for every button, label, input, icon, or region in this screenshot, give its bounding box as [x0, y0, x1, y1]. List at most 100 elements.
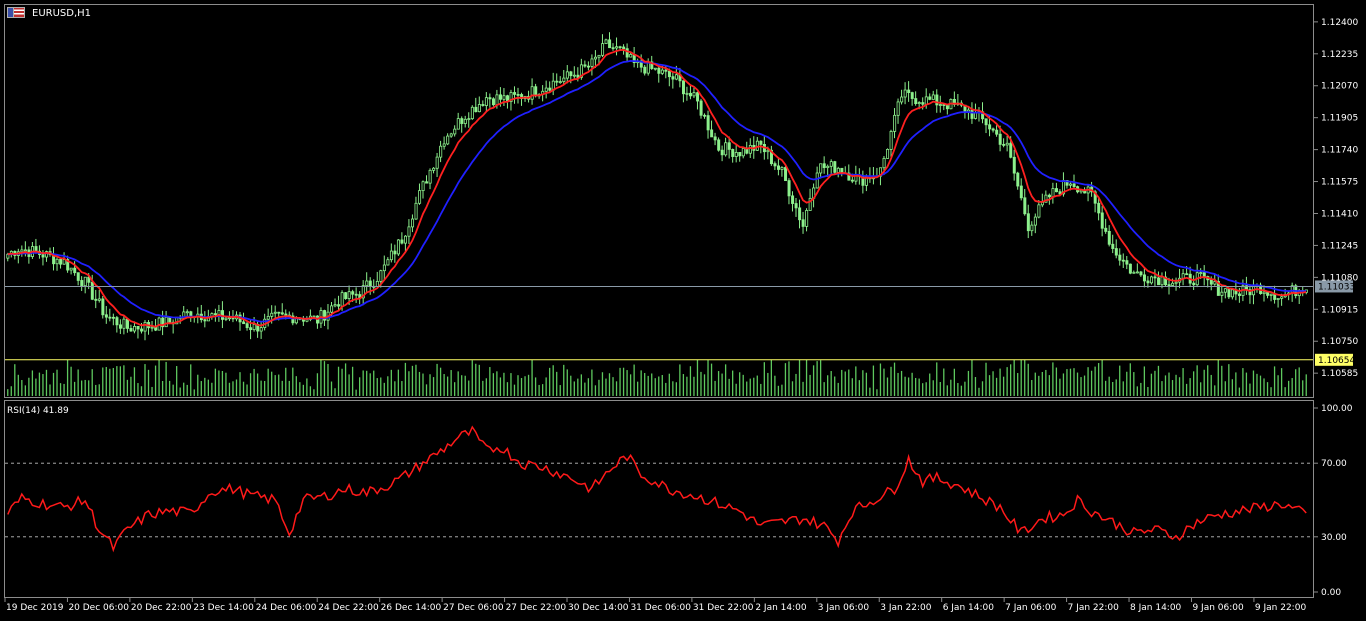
time-tick-label: 31 Dec 06:00 — [630, 603, 691, 613]
candle-body — [1128, 263, 1132, 274]
candle-body — [108, 316, 112, 319]
candle-body — [411, 218, 415, 228]
candle-body — [685, 92, 689, 95]
candle-body — [988, 124, 992, 130]
candle-body — [386, 259, 390, 266]
candle-body — [1230, 289, 1234, 298]
candle-body — [569, 71, 573, 77]
rsi-plot — [5, 425, 1313, 553]
price-axis: 1.12400 1.12235 1.12070 1.11905 1.11740 1.115… — [5, 18, 1358, 379]
candle-body — [23, 249, 27, 252]
candle-body — [924, 96, 928, 105]
candle-body — [340, 292, 344, 307]
price-tick-label: 1.10750 — [1321, 337, 1358, 347]
candle-body — [1114, 248, 1118, 256]
candle-body — [168, 316, 172, 323]
candle-body — [245, 323, 249, 329]
candle-body — [900, 96, 904, 103]
candle-body — [330, 305, 334, 313]
candle-body — [1153, 276, 1157, 279]
candle-body — [396, 239, 400, 255]
candle-body — [252, 323, 256, 331]
candle-body — [703, 114, 707, 117]
candle-body — [1072, 183, 1076, 188]
candle-body — [1223, 288, 1227, 293]
candle-body — [836, 167, 840, 173]
candle-body — [495, 94, 499, 106]
candle-body — [365, 280, 369, 287]
candle-body — [284, 313, 288, 316]
candle-body — [1220, 291, 1224, 296]
candle-body — [368, 280, 372, 287]
candle-body — [822, 163, 826, 169]
candle-body — [583, 64, 587, 67]
candle-body — [1199, 272, 1203, 274]
candle-body — [347, 291, 351, 299]
candle-body — [400, 239, 404, 244]
candle-body — [622, 46, 626, 50]
candle-body — [379, 270, 383, 282]
candle-body — [1030, 224, 1034, 232]
candle-body — [213, 313, 217, 316]
time-tick-label: 3 Jan 06:00 — [818, 603, 870, 613]
candle-body — [748, 144, 752, 154]
candle-body — [513, 92, 517, 95]
candle-body — [1181, 273, 1185, 279]
candle-body — [931, 94, 935, 100]
candle-body — [62, 259, 66, 265]
candle-body — [273, 311, 277, 314]
chart-canvas[interactable]: 1.12400 1.12235 1.12070 1.11905 1.11740 1.115… — [0, 0, 1366, 621]
candle-body — [572, 74, 576, 77]
candle-body — [555, 80, 559, 83]
candle-body — [667, 70, 671, 78]
chart-window[interactable]: EURUSD,H1 RSI(14) 41.89 1.12400 1.12235 1.… — [0, 0, 1366, 621]
candle-body — [1202, 272, 1206, 277]
time-tick-label: 30 Dec 14:00 — [568, 603, 629, 613]
candle-body — [914, 98, 918, 105]
time-tick-label: 7 Jan 06:00 — [1005, 603, 1057, 613]
candle-body — [731, 149, 735, 157]
candle-body — [692, 92, 696, 97]
candle-body — [453, 128, 457, 135]
candle-body — [970, 109, 974, 119]
time-tick-label: 27 Dec 22:00 — [506, 603, 567, 613]
candle-body — [917, 102, 921, 105]
candle-body — [1012, 156, 1016, 174]
candle-body — [354, 293, 358, 296]
candle-body — [738, 152, 742, 157]
candle-body — [625, 48, 629, 58]
time-tick-label: 9 Jan 06:00 — [1192, 603, 1244, 613]
candle-body — [446, 135, 450, 145]
time-tick-label: 19 Dec 2019 — [6, 603, 64, 613]
price-tick-label: 1.12400 — [1321, 18, 1358, 28]
candle-body — [337, 304, 341, 307]
price-tick-label: 1.11740 — [1321, 146, 1358, 156]
candle-body — [819, 163, 823, 174]
candle-body — [1160, 276, 1164, 286]
candle-body — [586, 65, 590, 68]
candle-body — [228, 317, 232, 320]
time-tick-label: 3 Jan 22:00 — [880, 603, 932, 613]
price-tick-label: 1.11410 — [1321, 209, 1358, 219]
candle-body — [491, 98, 495, 106]
candle-body — [1237, 293, 1241, 296]
candle-body — [1227, 288, 1231, 298]
candle-body — [351, 291, 355, 295]
candle-body — [484, 97, 488, 106]
candle-body — [442, 143, 446, 147]
candle-body — [477, 104, 481, 113]
candle-body — [974, 112, 978, 119]
candle-body — [20, 249, 24, 253]
candle-body — [815, 172, 819, 189]
candle-body — [896, 101, 900, 116]
candle-body — [259, 327, 263, 332]
candle-body — [850, 179, 854, 182]
candle-body — [69, 267, 73, 271]
candle-body — [97, 298, 101, 301]
candle-body — [1111, 243, 1115, 249]
candle-body — [344, 292, 348, 299]
candle-body — [565, 71, 569, 79]
candle-body — [784, 167, 788, 182]
candle-body — [618, 46, 622, 49]
candle-body — [544, 87, 548, 92]
